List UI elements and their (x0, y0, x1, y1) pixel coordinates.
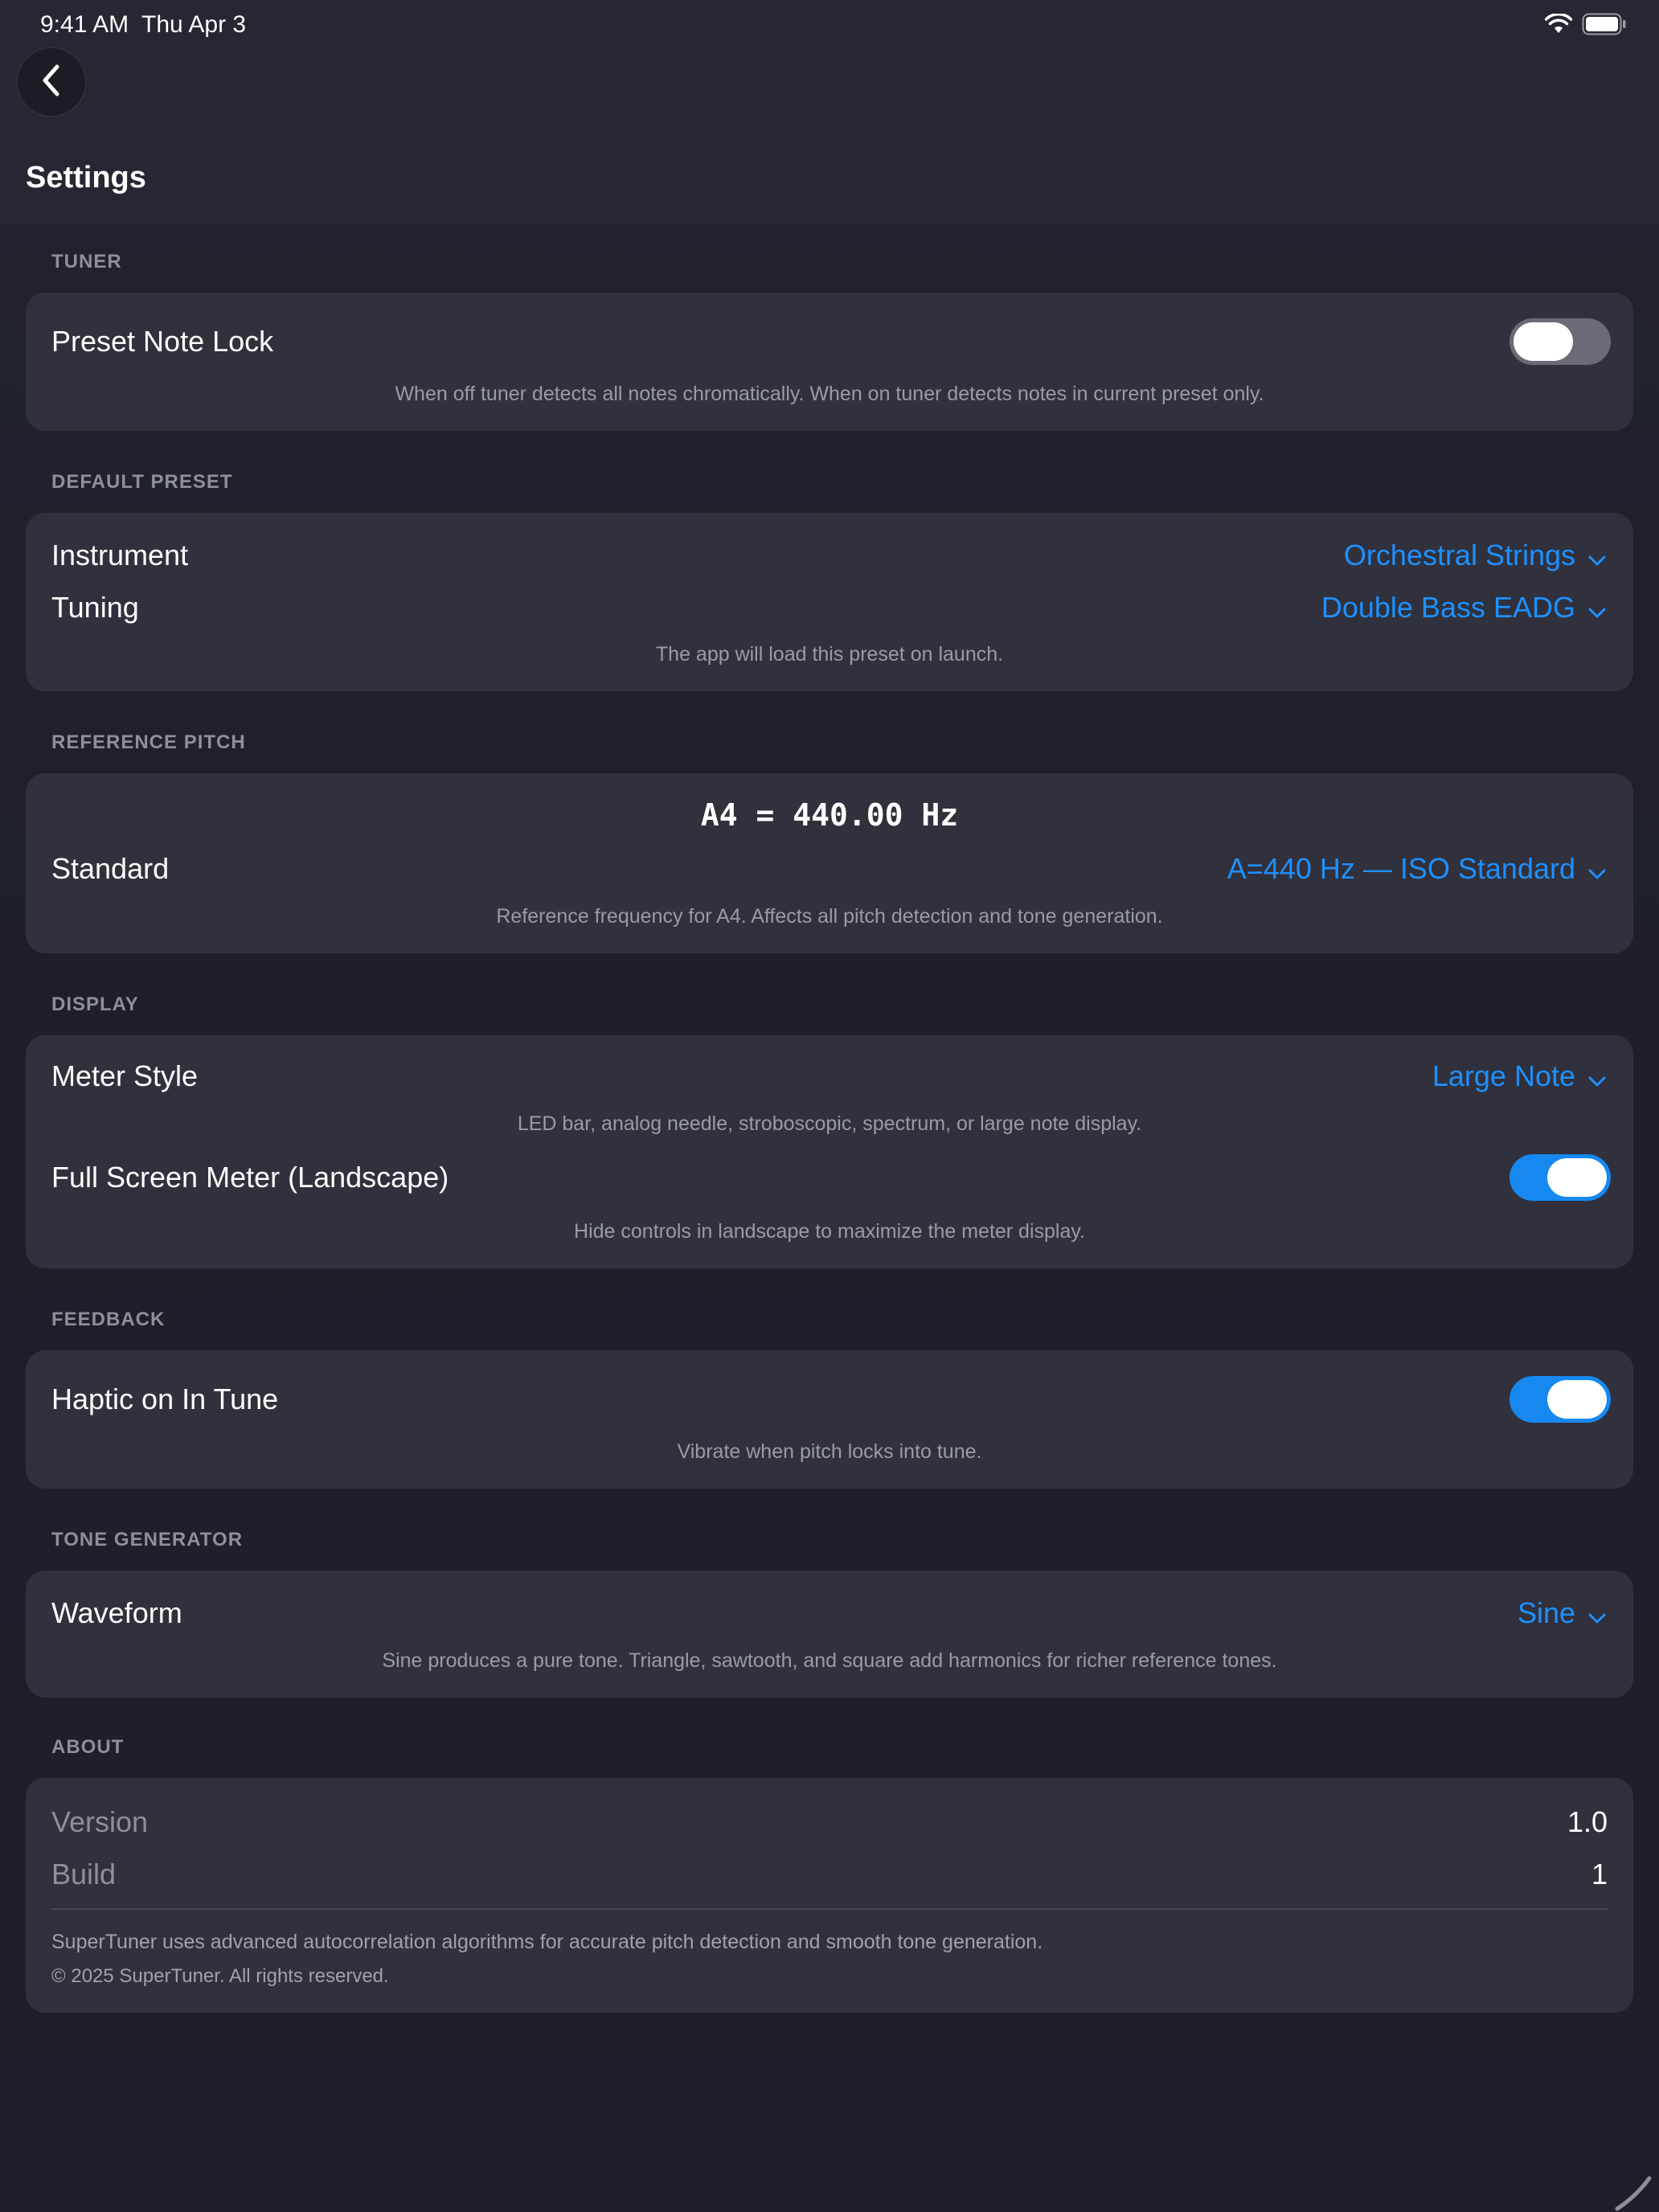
meter-style-hint: LED bar, analog needle, stroboscopic, sp… (517, 1112, 1142, 1135)
build-value: 1 (1591, 1858, 1608, 1890)
pitch-readout: A4 = 440.00 Hz (700, 797, 959, 833)
tone-generator-card: Waveform Sine Sine produces a pure tone.… (26, 1571, 1633, 1698)
section-header-reference-pitch: REFERENCE PITCH (51, 731, 246, 753)
default-preset-hint: The app will load this preset on launch. (655, 643, 1004, 666)
instrument-label: Instrument (51, 539, 189, 571)
waveform-hint: Sine produces a pure tone. Triangle, saw… (382, 1649, 1277, 1672)
haptic-hint: Vibrate when pitch locks into tune. (677, 1440, 982, 1463)
status-date: Thu Apr 3 (141, 11, 247, 38)
instrument-select[interactable]: Orchestral Strings (1344, 539, 1608, 572)
chevron-down-icon (1587, 858, 1608, 879)
tuning-select[interactable]: Double Bass EADG (1321, 591, 1608, 625)
toggle-knob (1514, 322, 1573, 361)
standard-select[interactable]: A=440 Hz — ISO Standard (1227, 852, 1608, 886)
reference-pitch-card: A4 = 440.00 Hz Standard A=440 Hz — ISO S… (26, 773, 1633, 953)
status-time: 9:41 AM (40, 11, 129, 38)
about-divider (51, 1908, 1608, 1910)
toggle-knob (1547, 1380, 1607, 1419)
section-header-feedback: FEEDBACK (51, 1309, 166, 1330)
full-screen-meter-toggle[interactable] (1509, 1154, 1611, 1201)
reference-pitch-hint: Reference frequency for A4. Affects all … (496, 905, 1163, 928)
waveform-value: Sine (1517, 1596, 1575, 1629)
page-title: Settings (26, 161, 146, 195)
waveform-select[interactable]: Sine (1518, 1596, 1608, 1630)
section-header-about: ABOUT (51, 1736, 125, 1758)
full-screen-meter-hint: Hide controls in landscape to maximize t… (574, 1220, 1085, 1243)
build-label: Build (51, 1858, 117, 1890)
preset-note-lock-hint: When off tuner detects all notes chromat… (395, 383, 1264, 405)
meter-style-select[interactable]: Large Note (1432, 1059, 1608, 1093)
navigation-bar: 9:41 AM Thu Apr 3 Settings (0, 0, 1659, 223)
instrument-value: Orchestral Strings (1343, 539, 1575, 571)
chevron-down-icon (1587, 545, 1608, 566)
about-copyright: © 2025 SuperTuner. All rights reserved. (51, 1965, 389, 1987)
version-value: 1.0 (1567, 1805, 1608, 1838)
tuning-value: Double Bass EADG (1321, 591, 1575, 624)
haptic-label: Haptic on In Tune (51, 1382, 279, 1415)
feedback-card: Haptic on In Tune Vibrate when pitch loc… (26, 1350, 1633, 1489)
wifi-icon (1544, 12, 1573, 39)
tuner-card: Preset Note Lock When off tuner detects … (26, 293, 1633, 431)
chevron-left-icon (38, 63, 65, 102)
meter-style-value: Large Note (1432, 1059, 1575, 1092)
settings-screen: 9:41 AM Thu Apr 3 Settings TUNER Preset … (0, 0, 1659, 2212)
chevron-down-icon (1587, 597, 1608, 618)
section-header-default-preset: DEFAULT PRESET (51, 471, 233, 493)
section-header-tone-generator: TONE GENERATOR (51, 1529, 244, 1550)
full-screen-meter-label: Full Screen Meter (Landscape) (51, 1161, 449, 1194)
back-button[interactable] (18, 48, 85, 116)
section-header-display: DISPLAY (51, 993, 139, 1015)
chevron-down-icon (1587, 1603, 1608, 1624)
version-label: Version (51, 1805, 149, 1838)
home-indicator-corner-icon (1595, 2148, 1659, 2212)
default-preset-card: Instrument Orchestral Strings Tuning Dou… (26, 513, 1633, 691)
section-header-tuner: TUNER (51, 251, 122, 272)
battery-icon (1582, 13, 1627, 39)
toggle-knob (1547, 1158, 1607, 1197)
about-description: SuperTuner uses advanced autocorrelation… (51, 1931, 1043, 1953)
haptic-toggle[interactable] (1509, 1376, 1611, 1423)
preset-note-lock-label: Preset Note Lock (51, 325, 274, 358)
waveform-label: Waveform (51, 1596, 182, 1629)
display-card: Meter Style Large Note LED bar, analog n… (26, 1035, 1633, 1268)
preset-note-lock-toggle[interactable] (1509, 318, 1611, 365)
status-icons (1544, 12, 1627, 39)
meter-style-label: Meter Style (51, 1059, 199, 1092)
chevron-down-icon (1587, 1066, 1608, 1087)
about-card: Version 1.0 Build 1 SuperTuner uses adva… (26, 1778, 1633, 2013)
standard-label: Standard (51, 852, 170, 885)
standard-value: A=440 Hz — ISO Standard (1227, 852, 1575, 885)
tuning-label: Tuning (51, 591, 139, 624)
